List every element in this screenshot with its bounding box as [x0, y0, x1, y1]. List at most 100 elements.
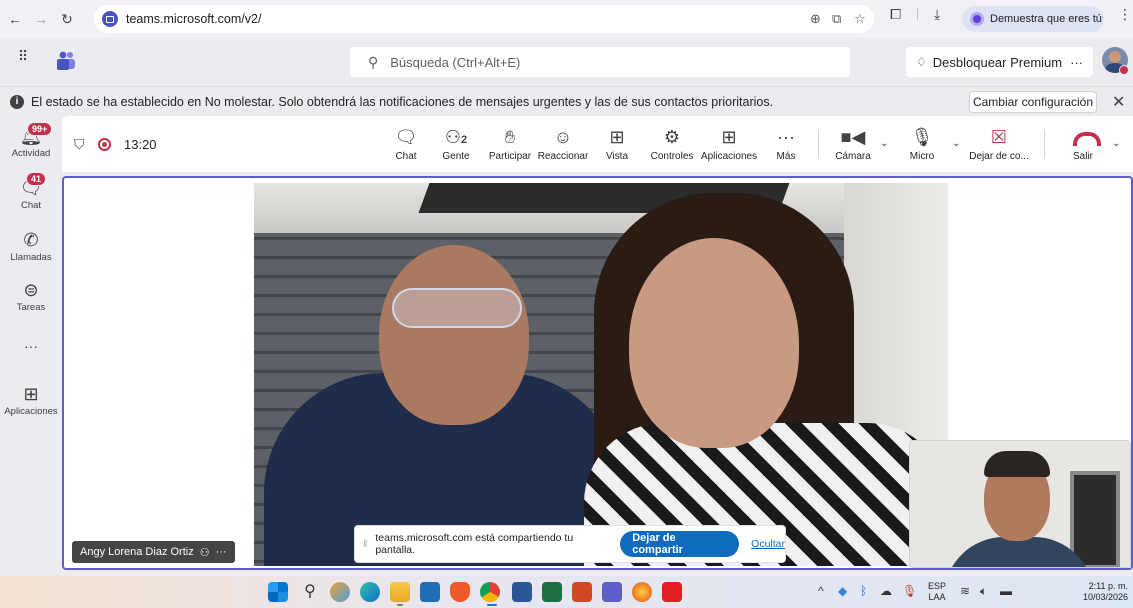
teams-logo-icon[interactable] [55, 51, 77, 71]
app-launcher-icon[interactable]: ⠿ [18, 49, 34, 69]
cast-icon[interactable]: ⧉ [832, 11, 841, 27]
controls-label: Controles [650, 151, 694, 162]
chevron-up-icon[interactable]: ^ [818, 584, 824, 598]
chevron-down-icon[interactable]: ⌄ [952, 138, 960, 149]
more-icon[interactable]: ··· [216, 546, 227, 558]
leave-button[interactable]: Salir [1068, 126, 1101, 162]
hang-up-icon [1071, 126, 1101, 148]
chevron-down-icon[interactable]: ⌄ [880, 138, 888, 149]
battery-icon[interactable]: ▬ [1000, 584, 1012, 598]
notification-bar: i El estado se ha establecido en No mole… [0, 86, 1133, 116]
back-icon[interactable]: ← [4, 8, 26, 30]
cloud-icon[interactable]: ☁ [880, 584, 892, 598]
participant-video[interactable] [254, 183, 948, 566]
star-icon[interactable]: ☆ [854, 11, 866, 27]
search-icon[interactable]: ⚲ [300, 582, 320, 602]
zoom-icon[interactable]: ⊕ [810, 11, 821, 27]
camera-button[interactable]: ■◀ Cámara [832, 126, 874, 162]
presence-dnd-icon [1119, 65, 1129, 75]
self-view-video[interactable] [909, 440, 1131, 568]
shield-icon[interactable]: ⛉ [74, 136, 85, 153]
tasks-icon: ⊜ [23, 280, 39, 300]
close-icon[interactable]: ✕ [1112, 92, 1125, 112]
app-tray-icon[interactable]: ◆ [838, 584, 847, 598]
react-button[interactable]: ☺ Reaccionar [536, 126, 590, 162]
camera-label: Cámara [835, 151, 871, 162]
more-button[interactable]: ··· Más [772, 126, 800, 162]
bluetooth-icon[interactable]: ᛒ [860, 584, 867, 598]
apps-button[interactable]: ⊞ Aplicaciones [698, 126, 760, 162]
rail-item-tasks[interactable]: ⊜ Tareas [0, 280, 62, 313]
address-bar[interactable]: teams.microsoft.com/v2/ ⊕ ⧉ ☆ [94, 5, 874, 33]
chat-icon: 🗨︎ [394, 127, 418, 147]
search-input[interactable]: ⚲ Búsqueda (Ctrl+Alt+E) [350, 47, 850, 77]
firefox-icon[interactable] [632, 582, 652, 602]
menu-icon[interactable]: ⋮ [1118, 6, 1132, 23]
reload-icon[interactable]: ↻ [56, 8, 78, 30]
browser-toolbar: ← → ↻ teams.microsoft.com/v2/ ⊕ ⧉ ☆ ⧠ | … [0, 0, 1133, 38]
teams-icon[interactable] [602, 582, 622, 602]
sharing-text: teams.microsoft.com está compartiendo tu… [375, 532, 574, 556]
divider [818, 130, 819, 158]
change-settings-button[interactable]: Cambiar configuración [969, 91, 1097, 113]
forward-icon[interactable]: → [30, 8, 52, 30]
leave-label: Salir [1072, 151, 1093, 162]
profile-icon [970, 12, 984, 26]
download-icon[interactable]: ⤓ [934, 6, 940, 23]
diamond-icon: ♢ [916, 55, 927, 69]
volume-icon[interactable]: 🔈︎ [980, 584, 987, 599]
rail-item-apps[interactable]: ⊞ Aplicaciones [0, 384, 62, 417]
outlook-icon[interactable] [420, 582, 440, 602]
clock[interactable]: 2:11 p. m. 10/03/2026 [1062, 581, 1128, 603]
teams-header: ⠿ ⚲ Búsqueda (Ctrl+Alt+E) ♢ Desbloquear … [0, 38, 1133, 86]
unlock-premium-button[interactable]: ♢ Desbloquear Premium ··· [906, 47, 1093, 77]
rail-label: Aplicaciones [4, 406, 58, 417]
mic-icon[interactable]: 🎙︎ [902, 584, 917, 598]
rail-item-activity[interactable]: 🔔︎ Actividad 99+ [0, 122, 62, 159]
language-indicator[interactable]: ESP LAA [922, 581, 952, 603]
add-apps-icon: ⊞ [721, 127, 737, 147]
apps-label: Aplicaciones [700, 151, 758, 162]
premium-more-icon[interactable]: ··· [1070, 55, 1083, 70]
profile-button[interactable]: Demuestra que eres tú [962, 6, 1104, 32]
view-button[interactable]: ⊞ Vista [602, 126, 632, 162]
search-icon: ⚲ [368, 53, 379, 70]
premium-label: Desbloquear Premium [932, 54, 1063, 70]
raise-label: Participar [488, 151, 532, 162]
rail-label: Chat [20, 200, 42, 211]
rail-label: Tareas [16, 302, 46, 313]
rail-item-more[interactable]: ··· [0, 338, 62, 354]
powerpoint-icon[interactable] [572, 582, 592, 602]
stop-sharing-button[interactable]: ☒ Dejar de co... [968, 126, 1030, 162]
stop-share-label: Dejar de co... [969, 151, 1029, 162]
people-label: Gente [442, 151, 470, 162]
controls-button[interactable]: ⚙︎ Controles [646, 126, 698, 162]
react-label: Reaccionar [537, 151, 589, 162]
wifi-icon[interactable]: ≋ [960, 584, 970, 598]
brave-icon[interactable] [450, 582, 470, 602]
excel-icon[interactable] [542, 582, 562, 602]
stop-sharing-banner-button[interactable]: Dejar de compartir [620, 531, 740, 557]
meeting-timer: 13:20 [124, 137, 157, 152]
phone-icon: ✆ [23, 230, 39, 250]
chrome-icon[interactable] [480, 582, 500, 602]
meeting-toolbar: ⛉ 13:20 🗨︎ Chat ⚇2 Gente ✋︎ Participar ☺… [62, 116, 1133, 172]
rail-item-calls[interactable]: ✆ Llamadas [0, 230, 62, 263]
file-explorer-icon[interactable] [390, 582, 410, 602]
mic-button[interactable]: 🎙︎ Micro [906, 126, 938, 162]
edge-icon[interactable] [360, 582, 380, 602]
widgets-icon[interactable] [330, 582, 350, 602]
hide-link[interactable]: Ocultar [751, 538, 785, 550]
video-door [1070, 471, 1120, 567]
word-icon[interactable] [512, 582, 532, 602]
extensions-icon[interactable]: ⧠ [890, 6, 901, 23]
start-icon[interactable] [268, 582, 288, 602]
raise-hand-button[interactable]: ✋︎ Participar [486, 126, 534, 162]
participant-name-tag[interactable]: Angy Lorena Diaz Ortiz ⚇ ··· [72, 541, 235, 563]
drag-handle-icon[interactable]: ‖ [363, 538, 367, 550]
people-button[interactable]: ⚇2 Gente [436, 126, 476, 162]
chevron-down-icon[interactable]: ⌄ [1112, 138, 1120, 149]
chat-button[interactable]: 🗨︎ Chat [390, 126, 422, 162]
rail-item-chat[interactable]: 🗨︎ Chat 41 [0, 172, 62, 211]
acrobat-icon[interactable] [662, 582, 682, 602]
